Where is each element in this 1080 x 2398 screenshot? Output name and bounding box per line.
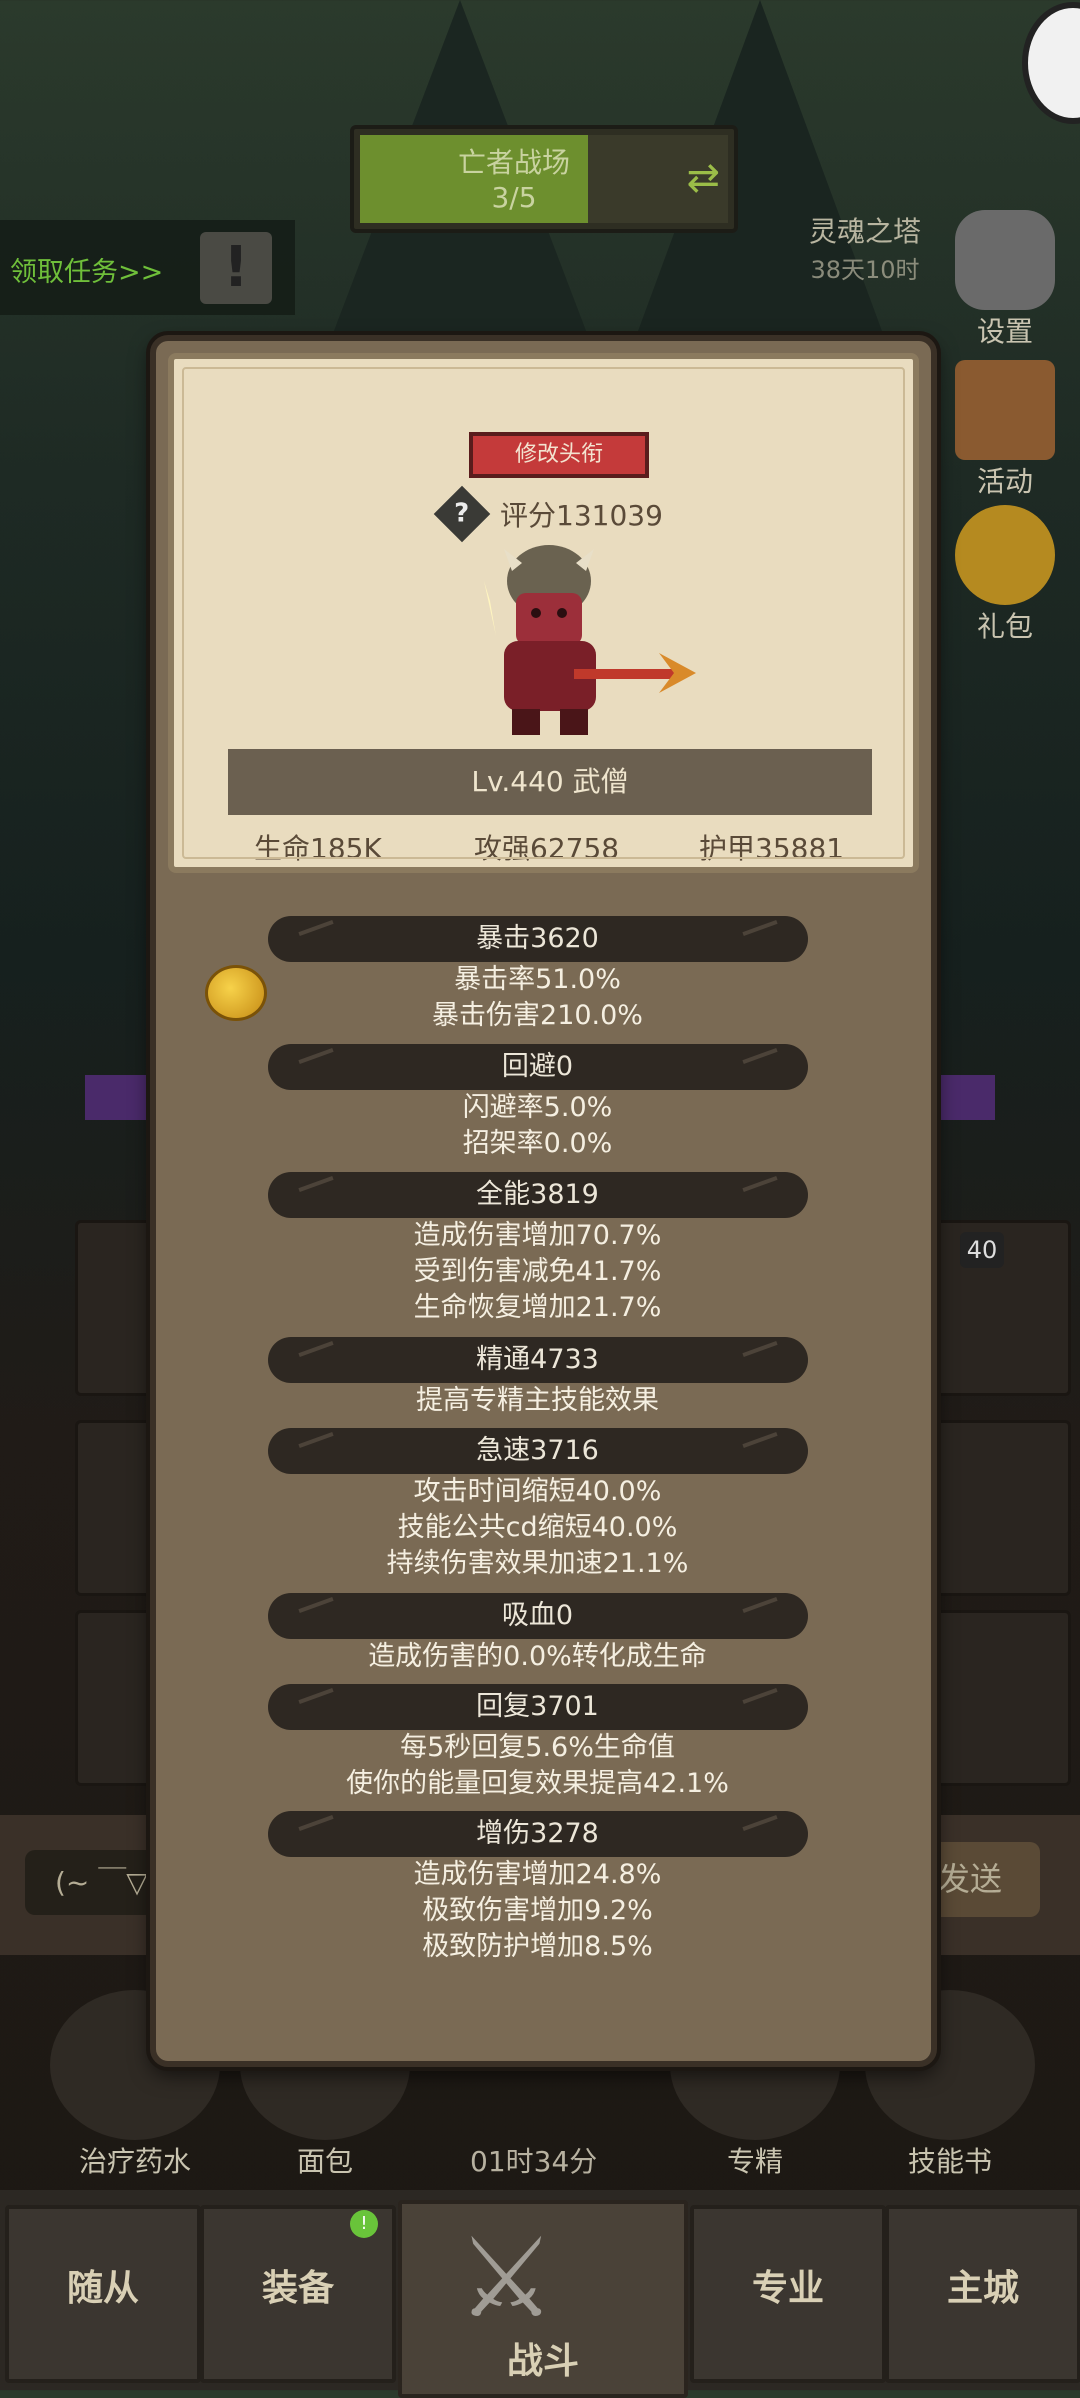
scroll-icon [955,360,1055,460]
stat-line: 受到伤害减免41.7% [413,1256,662,1287]
gold-coin-icon [205,965,267,1021]
stat-section-leech: 吸血0 造成伤害的0.0%转化成生命 [156,1593,919,1675]
character-stats-panel: 修改头衔 ? 评分131039 Lv.440 武僧 生命185K 攻强62758… [150,335,937,2067]
activity-button[interactable]: 活动 [950,360,1060,500]
armor-stat: 护甲35881 [699,832,845,865]
consumable-label: 技能书 [907,2145,992,2178]
tower-timer: 38天10时 [810,256,920,284]
stat-line: 每5秒回复5.6%生命值 [400,1732,675,1763]
character-card: 修改头衔 ? 评分131039 Lv.440 武僧 生命185K 攻强62758… [168,353,919,873]
stat-line: 造成伤害增加24.8% [413,1859,662,1890]
stat-line: 造成伤害增加70.7% [413,1220,662,1251]
battlefield-progress: 3/5 [491,181,537,214]
stat-line: 持续伤害效果加速21.1% [386,1548,689,1579]
tab-city[interactable]: 主城 [885,2205,1080,2383]
stat-section-versatility: 全能3819 造成伤害增加70.7% 受到伤害减免41.7% 生命恢复增加21.… [156,1172,919,1326]
tab-followers[interactable]: 随从 [5,2205,201,2383]
gear-icon [955,210,1055,310]
rating-value: 评分131039 [500,499,663,532]
settings-button[interactable]: 设置 [950,210,1060,350]
gift-button[interactable]: 礼包 [950,505,1060,645]
stat-header: 精通4733 [267,1337,808,1383]
stat-section-regen: 回复3701 每5秒回复5.6%生命值 使你的能量回复效果提高42.1% [156,1684,919,1802]
stat-header: 急速3716 [267,1428,808,1474]
stat-section-haste: 急速3716 攻击时间缩短40.0% 技能公共cd缩短40.0% 持续伤害效果加… [156,1428,919,1582]
battlefield-progress-banner[interactable]: 亡者战场 3/5 ⇄ [350,125,738,233]
consumable-label: 治疗药水 [78,2145,191,2178]
stat-line: 造成伤害的0.0%转化成生命 [368,1641,707,1672]
xp-bar-left [85,1075,155,1120]
activity-label: 活动 [976,465,1033,498]
stat-line: 极致防护增加8.5% [422,1931,653,1962]
gift-coin-icon [955,505,1055,605]
slot-count-badge: 40 [960,1232,1004,1268]
tab-battle[interactable]: ⚔ 战斗 [398,2200,688,2398]
stat-line: 提高专精主技能效果 [416,1385,659,1416]
stat-line: 闪避率5.0% [462,1092,613,1123]
equipment-slot[interactable] [925,1610,1071,1786]
stat-header: 全能3819 [267,1172,808,1218]
stat-line: 攻击时间缩短40.0% [413,1476,662,1507]
task-strip[interactable]: 领取任务>> ! [0,220,295,315]
tab-profession[interactable]: 专业 [690,2205,886,2383]
tab-battle-label: 战斗 [506,2341,579,2382]
stat-section-damage-bonus: 增伤3278 造成伤害增加24.8% 极致伤害增加9.2% 极致防护增加8.5% [156,1811,919,1965]
stat-header: 回避0 [267,1044,808,1090]
chest-timer: 01时34分 [470,2145,598,2178]
alert-icon[interactable]: ! [200,232,272,304]
attack-stat: 攻强62758 [474,832,620,865]
crossed-swords-icon: ⚔ [457,2214,556,2342]
stat-header: 回复3701 [267,1684,808,1730]
tower-label: 灵魂之塔 [808,215,921,248]
battlefield-title: 亡者战场 [457,146,570,179]
notification-dot: ! [350,2210,378,2238]
task-link[interactable]: 领取任务>> [10,250,163,289]
stat-line: 生命恢复增加21.7% [413,1292,662,1323]
soul-tower[interactable]: 灵魂之塔 38天10时 [800,210,930,285]
stat-line: 暴击伤害210.0% [432,1000,643,1031]
level-class-bar: Lv.440 武僧 [228,749,872,815]
stat-section-avoidance: 回避0 闪避率5.0% 招架率0.0% [156,1044,919,1162]
hp-stat: 生命185K [254,832,382,865]
logo-icon [1022,2,1080,124]
equipment-slot[interactable] [925,1420,1071,1596]
settings-label: 设置 [976,315,1033,348]
character-avatar [474,541,696,741]
stat-section-crit: 暴击3620 暴击率51.0% 暴击伤害210.0% [156,916,919,1034]
consumable-label: 面包 [296,2145,353,2178]
swap-icon[interactable]: ⇄ [686,155,720,201]
stat-line: 技能公共cd缩短40.0% [397,1512,678,1543]
stat-line: 招架率0.0% [462,1128,613,1159]
rating-row: ? 评分131039 [433,485,663,543]
stat-section-mastery: 精通4733 提高专精主技能效果 [156,1337,919,1419]
stat-line: 极致伤害增加9.2% [422,1895,653,1926]
consumable-label: 专精 [726,2145,783,2178]
gift-label: 礼包 [976,610,1033,643]
stat-header: 吸血0 [267,1593,808,1639]
primary-stats: 生命185K 攻强62758 护甲35881 [174,827,913,867]
help-icon[interactable]: ? [433,485,491,543]
stat-header: 增伤3278 [267,1811,808,1857]
stat-header: 暴击3620 [267,916,808,962]
stat-line: 使你的能量回复效果提高42.1% [346,1768,729,1799]
change-title-button[interactable]: 修改头衔 [469,432,649,478]
stat-line: 暴击率51.0% [454,964,621,995]
